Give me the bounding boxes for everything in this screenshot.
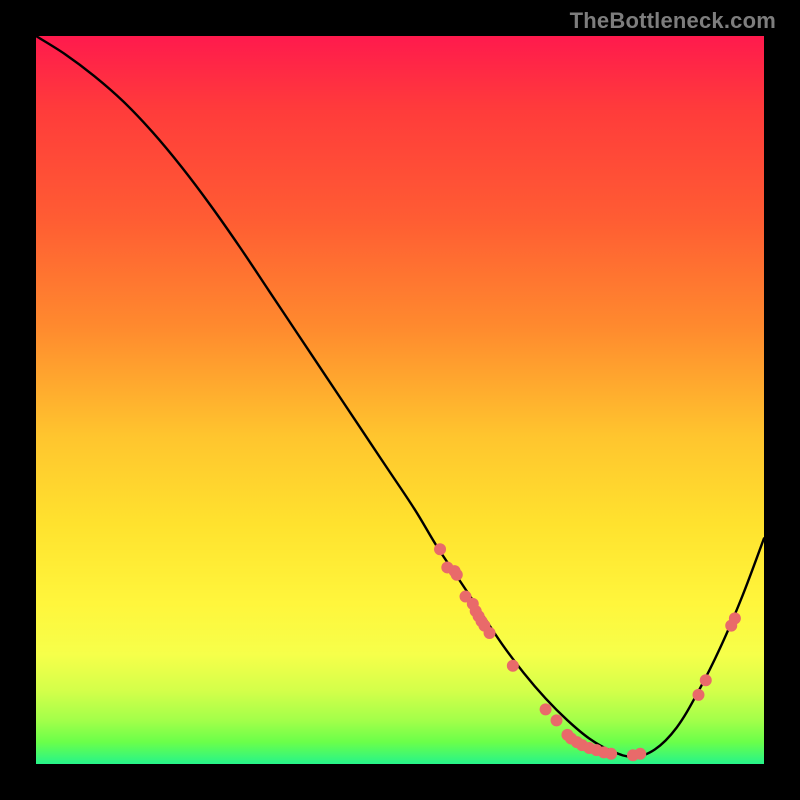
- data-point: [451, 569, 463, 581]
- data-point: [605, 748, 617, 760]
- data-point: [551, 714, 563, 726]
- bottleneck-curve: [36, 36, 764, 757]
- chart-plot-area: [36, 36, 764, 764]
- data-point: [700, 674, 712, 686]
- data-point: [484, 627, 496, 639]
- watermark-label: TheBottleneck.com: [570, 8, 776, 34]
- data-point: [507, 660, 519, 672]
- data-point: [692, 689, 704, 701]
- data-points-group: [434, 543, 741, 761]
- chart-container: TheBottleneck.com: [0, 0, 800, 800]
- data-point: [634, 748, 646, 760]
- data-point: [434, 543, 446, 555]
- chart-svg: [36, 36, 764, 764]
- data-point: [729, 612, 741, 624]
- data-point: [540, 703, 552, 715]
